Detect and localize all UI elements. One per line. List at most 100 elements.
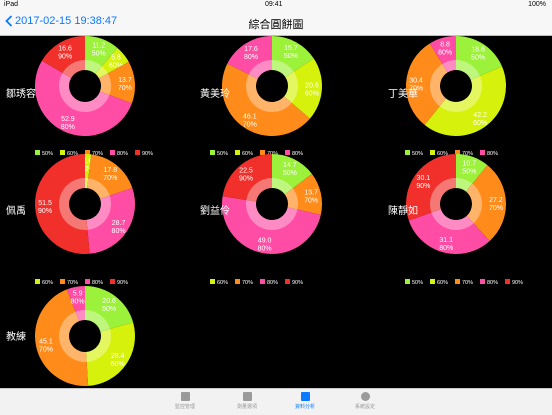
- slice-value-label: 11.2: [92, 42, 105, 49]
- circle-icon: [360, 392, 370, 401]
- legend-label: 60%: [217, 280, 228, 286]
- tab-label: 資料分析: [294, 404, 315, 410]
- slice-category-label: 50%: [471, 55, 485, 62]
- legend-label: 90%: [142, 151, 153, 157]
- legend-swatch: [480, 279, 485, 284]
- legend-label: 70%: [242, 280, 253, 286]
- chart-name-label: 教練: [6, 330, 26, 343]
- square-icon: [242, 392, 252, 401]
- legend-label: 60%: [242, 151, 253, 157]
- chart-name-label: 劉益伶: [200, 204, 230, 217]
- square-icon: [180, 392, 190, 401]
- slice-value-label: 49.0: [258, 237, 272, 244]
- legend-swatch: [260, 150, 265, 155]
- legend-label: 80%: [487, 280, 498, 286]
- slice-category-label: 50%: [284, 53, 298, 60]
- legend-label: 50%: [42, 151, 53, 157]
- chart-name-label: 陳靜如: [388, 204, 418, 217]
- tab-monitor[interactable]: 監控管理: [165, 392, 205, 410]
- slice-category-label: 70%: [489, 205, 503, 212]
- slice-value-label: 5.8: [111, 55, 121, 62]
- legend-label: 60%: [42, 280, 53, 286]
- slice-category-label: 90%: [58, 53, 72, 60]
- page-title: 綜合圓餅圖: [248, 19, 304, 31]
- legend-swatch: [430, 150, 435, 155]
- slice-category-label: 50%: [283, 170, 297, 177]
- legend-swatch: [35, 150, 40, 155]
- legend-label: 70%: [67, 280, 78, 286]
- tab-label: 監控管理: [174, 404, 195, 410]
- legend-swatch: [455, 279, 460, 284]
- legend-label: 90%: [117, 280, 128, 286]
- legend-label: 50%: [412, 151, 423, 157]
- slice-value-label: 17.8: [103, 167, 117, 174]
- slice-category-label: 80%: [439, 245, 453, 252]
- slice-value-label: 8.8: [440, 42, 450, 49]
- slice-category-label: 90%: [239, 176, 253, 183]
- legend-swatch: [260, 279, 265, 284]
- legend-label: 50%: [217, 151, 228, 157]
- legend-swatch: [285, 279, 290, 284]
- tab-analysis[interactable]: 資料分析: [285, 392, 325, 410]
- tab-measure[interactable]: 測量選項: [227, 392, 267, 410]
- chart-name-label: 鄒琇容: [6, 87, 36, 100]
- tab-settings[interactable]: 系統設定: [345, 392, 385, 410]
- slice-category-label: 70%: [118, 85, 132, 92]
- slice-value-label: 17.6: [244, 46, 258, 53]
- slice-category-label: 70%: [39, 347, 53, 354]
- status-bar: iPad 09:41 100%: [0, 0, 552, 10]
- tab-label: 系統設定: [354, 404, 375, 410]
- legend-swatch: [60, 150, 65, 155]
- slice-category-label: 60%: [305, 91, 319, 98]
- slice-category-label: 90%: [38, 208, 52, 215]
- legend-label: 90%: [512, 280, 523, 286]
- navigation-bar: 2017-02-15 19:38:47 綜合圓餅圖: [0, 10, 552, 36]
- legend-label: 80%: [92, 280, 103, 286]
- legend-swatch: [110, 150, 115, 155]
- chart-name-label: 佩禹: [6, 204, 26, 217]
- slice-value-label: 46.1: [243, 113, 257, 120]
- legend-swatch: [405, 150, 410, 155]
- slice-value-label: 13.7: [118, 77, 132, 84]
- slice-category-label: 70%: [243, 121, 257, 128]
- slice-category-label: 50%: [462, 168, 476, 175]
- legend-label: 80%: [292, 151, 303, 157]
- slice-value-label: 22.5: [239, 168, 253, 175]
- slice-value-label: 18.6: [471, 47, 485, 54]
- legend-swatch: [60, 279, 65, 284]
- slice-value-label: 16.6: [58, 45, 72, 52]
- legend-swatch: [235, 150, 240, 155]
- clock-label: 09:41: [265, 1, 283, 8]
- slice-category-label: 80%: [258, 245, 272, 252]
- legend-swatch: [210, 279, 215, 284]
- legend-swatch: [35, 279, 40, 284]
- legend-label: 80%: [487, 151, 498, 157]
- slice-category-label: 50%: [102, 306, 116, 313]
- legend-swatch: [430, 279, 435, 284]
- legend-swatch: [135, 150, 140, 155]
- tab-label: 測量選項: [236, 404, 257, 410]
- tab-bar: 監控管理 測量選項 資料分析 系統設定: [0, 388, 552, 415]
- slice-value-label: 10.7: [462, 160, 476, 167]
- legend-label: 50%: [412, 280, 423, 286]
- legend-label: 70%: [462, 280, 473, 286]
- slice-category-label: 70%: [103, 175, 117, 182]
- slice-category-label: 80%: [71, 299, 85, 306]
- chart-icon: [300, 392, 310, 401]
- carrier-label: iPad: [4, 1, 19, 8]
- legend-swatch: [85, 279, 90, 284]
- slice-category-label: 50%: [92, 50, 106, 57]
- slice-value-label: 20.6: [305, 83, 319, 90]
- legend-label: 80%: [117, 151, 128, 157]
- slice-value-label: 27.2: [489, 197, 503, 204]
- slice-value-label: 30.4: [409, 77, 423, 84]
- slice-value-label: 13.7: [304, 189, 318, 196]
- legend-label: 80%: [267, 280, 278, 286]
- legend-swatch: [480, 150, 485, 155]
- slice-value-label: 15.7: [284, 45, 298, 52]
- slice-value-label: 52.9: [61, 116, 75, 123]
- legend-swatch: [210, 150, 215, 155]
- slice-value-label: 42.2: [473, 112, 487, 119]
- slice-category-label: 80%: [61, 124, 75, 131]
- slice-category-label: 70%: [304, 197, 318, 204]
